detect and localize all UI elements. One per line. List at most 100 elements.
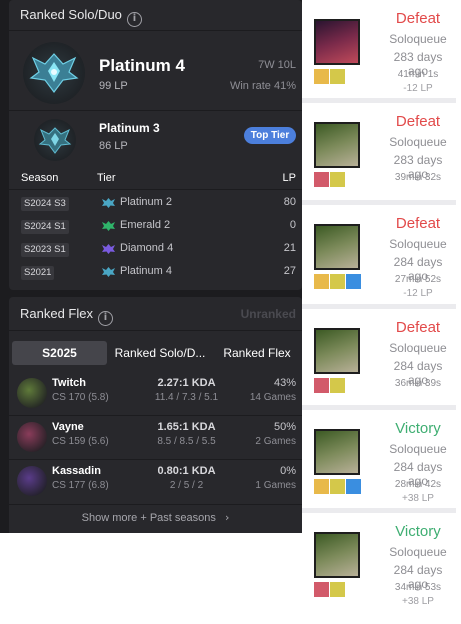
champion-games: 2 Games xyxy=(255,436,296,447)
tier-emblem-icon xyxy=(102,244,115,254)
match-lp-change: -12 LP xyxy=(403,288,433,299)
champion-row[interactable]: Twitch CS 170 (5.8) 2.27:1 KDA 11.4 / 7.3 /… xyxy=(9,372,302,416)
champion-cs: CS 170 (5.8) xyxy=(52,392,109,403)
champion-name: Twitch xyxy=(52,377,87,389)
divider xyxy=(9,30,302,31)
smite-spell-icon xyxy=(330,69,345,84)
win-loss-record: 7W 10L xyxy=(258,59,296,71)
teleport-spell-icon xyxy=(314,479,329,494)
season-lp: 0 xyxy=(289,219,296,231)
match-result: Defeat xyxy=(395,215,441,232)
twitch-portrait-icon xyxy=(314,122,360,168)
season-tier: Platinum 2 xyxy=(120,196,172,208)
match-result: Defeat xyxy=(395,113,441,130)
season-badge: S2021 xyxy=(21,266,55,280)
tier-emblem-icon xyxy=(102,267,115,277)
ranked-solo-title: Ranked Solo/Duo i xyxy=(20,7,142,27)
vayne-portrait-icon xyxy=(314,19,360,65)
match-card[interactable]: Defeat Soloqueue 284 days ago 36min 39s xyxy=(302,309,454,405)
match-queue: Soloqueue xyxy=(389,341,447,355)
divider xyxy=(9,504,302,505)
peak-lp: 86 LP xyxy=(99,140,128,152)
current-tier: Platinum 4 xyxy=(99,56,185,75)
match-queue: Soloqueue xyxy=(389,545,447,559)
season-tier: Emerald 2 xyxy=(120,219,171,231)
cleanse-spell-icon xyxy=(314,172,329,187)
match-duration: 27min 52s xyxy=(394,274,442,285)
champion-winrate: 0% xyxy=(280,465,296,477)
season-lp: 80 xyxy=(283,196,296,208)
show-more-button[interactable]: Show more + Past seasons › xyxy=(9,511,302,524)
champion-portrait-icon xyxy=(17,466,47,496)
twitch-portrait-icon xyxy=(314,429,360,475)
match-duration: 41min 1s xyxy=(397,69,439,80)
champion-row[interactable]: Kassadin CS 177 (6.8) 0.80:1 KDA 2 / 5 / 2 0… xyxy=(9,460,302,504)
platinum-emblem-icon xyxy=(23,42,85,104)
summoner-spells xyxy=(314,69,362,85)
season-badge: S2023 S1 xyxy=(21,243,69,257)
smite-spell-icon xyxy=(330,172,345,187)
top-tier-badge: Top Tier xyxy=(244,127,296,144)
tier-emblem-icon xyxy=(102,198,115,208)
season-lp: 21 xyxy=(283,242,296,254)
cleanse-spell-icon xyxy=(314,378,329,393)
match-duration: 36min 39s xyxy=(394,378,442,389)
tab-s2025[interactable]: S2025 xyxy=(12,341,107,365)
summoner-spells xyxy=(314,172,362,188)
divider xyxy=(9,189,302,190)
season-header: Season xyxy=(21,172,59,184)
tab-ranked-solo[interactable]: Ranked Solo/D... xyxy=(110,341,210,365)
match-card[interactable]: Victory Soloqueue 284 days ago 28min 42s +38… xyxy=(302,410,454,508)
smite-spell-icon xyxy=(330,378,345,393)
info-icon[interactable]: i xyxy=(126,12,142,27)
tab-ranked-flex[interactable]: Ranked Flex xyxy=(215,341,299,365)
flash-spell-icon xyxy=(346,479,361,494)
match-card[interactable]: Defeat Soloqueue 284 days ago 27min 52s -12 … xyxy=(302,205,454,304)
champion-name: Kassadin xyxy=(52,465,101,477)
ranked-solo-card: Ranked Solo/Duo i Platinum 4 99 LP 7W 10L… xyxy=(9,0,302,290)
match-card[interactable]: Defeat Soloqueue 283 days ago 41min 1s -12 L… xyxy=(302,0,454,98)
champion-cs: CS 159 (5.6) xyxy=(52,436,109,447)
season-lp: 27 xyxy=(283,265,296,277)
info-icon[interactable]: i xyxy=(97,311,113,326)
champion-name: Vayne xyxy=(52,421,84,433)
match-result: Defeat xyxy=(395,319,441,336)
match-result: Victory xyxy=(395,523,441,540)
champion-row[interactable]: Vayne CS 159 (5.6) 1.65:1 KDA 8.5 / 8.5 / 5… xyxy=(9,416,302,460)
flash-spell-icon xyxy=(346,274,361,289)
season-row: S2021 Platinum 4 27 xyxy=(9,262,302,285)
divider xyxy=(9,110,302,111)
cleanse-spell-icon xyxy=(314,582,329,597)
win-rate: Win rate 41% xyxy=(229,80,296,92)
champion-kda: 0.80:1 KDA xyxy=(157,465,216,477)
tier-emblem-icon xyxy=(102,221,115,231)
smite-spell-icon xyxy=(330,274,345,289)
rank-panel: Ranked Solo/Duo i Platinum 4 99 LP 7W 10L… xyxy=(0,0,302,533)
champion-kda-detail: 11.4 / 7.3 / 5.1 xyxy=(154,392,219,403)
match-queue: Soloqueue xyxy=(389,442,447,456)
teleport-spell-icon xyxy=(314,69,329,84)
season-tier: Diamond 4 xyxy=(120,242,174,254)
ranked-flex-card: Ranked Flex i Unranked S2025 Ranked Solo/… xyxy=(9,297,302,533)
champion-kda: 1.65:1 KDA xyxy=(157,421,216,433)
champion-kda-detail: 2 / 5 / 2 xyxy=(169,480,204,491)
champion-cs: CS 177 (6.8) xyxy=(52,480,109,491)
champion-kda-detail: 8.5 / 8.5 / 5.5 xyxy=(157,436,216,447)
peak-emblem-icon xyxy=(34,119,76,161)
champion-games: 1 Games xyxy=(255,480,296,491)
match-duration: 28min 42s xyxy=(394,479,442,490)
summoner-spells xyxy=(314,378,362,394)
lp-header: LP xyxy=(282,172,296,184)
match-card[interactable]: Victory Soloqueue 284 days ago 34min 53s +38… xyxy=(302,513,454,618)
season-tier: Platinum 4 xyxy=(120,265,172,277)
champion-stats-tabs: S2025 Ranked Solo/D... Ranked Flex xyxy=(12,341,299,365)
twitch-portrait-icon xyxy=(314,328,360,374)
champion-kda: 2.27:1 KDA xyxy=(157,377,216,389)
match-queue: Soloqueue xyxy=(389,237,447,251)
match-card[interactable]: Defeat Soloqueue 283 days ago 39min 32s xyxy=(302,103,454,200)
summoner-spells xyxy=(314,582,362,598)
match-queue: Soloqueue xyxy=(389,32,447,46)
divider xyxy=(9,330,302,331)
chevron-right-icon: › xyxy=(224,511,230,524)
match-duration: 34min 53s xyxy=(394,582,442,593)
